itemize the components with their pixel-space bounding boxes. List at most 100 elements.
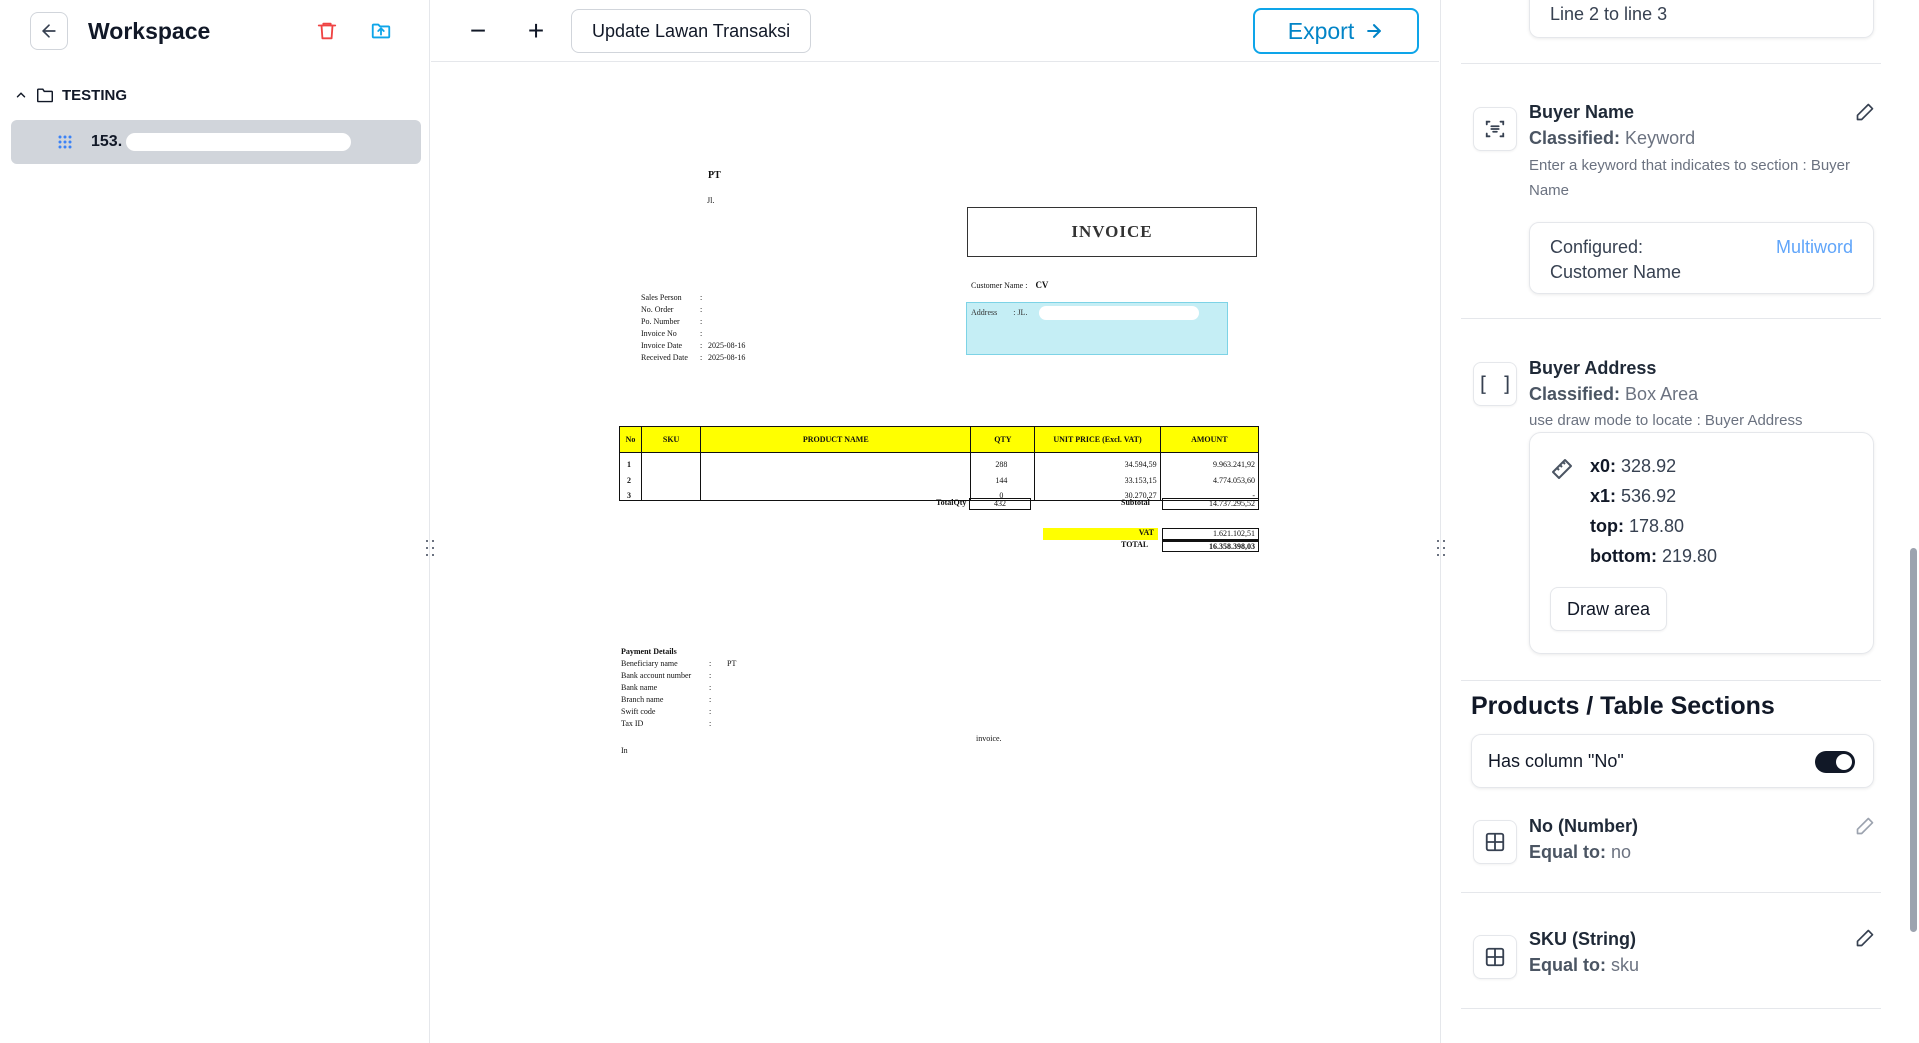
products-section-title: Products / Table Sections xyxy=(1471,692,1775,720)
document-viewer: − + Update Lawan Transaksi Export PT Jl.… xyxy=(431,0,1439,1043)
ruler-icon xyxy=(1552,459,1572,479)
sidebar-header: Workspace xyxy=(30,12,420,52)
column-sku-equal: Equal to: sku xyxy=(1529,955,1640,975)
edit-column-sku-button[interactable] xyxy=(1853,926,1877,950)
coordinate-values: x0: 328.92 x1: 536.92 top: 178.80 bottom… xyxy=(1590,456,1718,566)
configured-value: Customer Name xyxy=(1550,262,1682,282)
divider xyxy=(1461,63,1881,64)
pencil-icon xyxy=(1856,103,1874,121)
buyer-address-description: use draw mode to locate : Buyer Address xyxy=(1529,412,1803,429)
file-sidebar: Workspace TESTING 153. xyxy=(0,0,430,1043)
table-row: 2 144 33.153,15 4.774.053,60 xyxy=(618,468,1260,485)
meta-row: Invoice No: xyxy=(641,329,703,338)
upload-folder-button[interactable] xyxy=(366,16,396,46)
buyer-name-description: Enter a keyword that indicates to sectio… xyxy=(1529,157,1850,199)
zoom-out-button[interactable]: − xyxy=(461,14,495,48)
note-right: invoice. xyxy=(976,734,1002,743)
subtotal-label: Subtotal xyxy=(1121,498,1150,507)
divider xyxy=(1461,1008,1881,1009)
coordinates-card: x0: 328.92 x1: 536.92 top: 178.80 bottom… xyxy=(1529,432,1874,654)
customer-name-line: Customer Name : CV xyxy=(971,280,1049,290)
has-column-no-label: Has column "No" xyxy=(1488,751,1624,771)
meta-row: Invoice Date:2025-08-16 xyxy=(641,341,746,350)
payment-heading: Payment Details xyxy=(621,647,677,656)
buyer-name-title: Buyer Name xyxy=(1529,102,1635,122)
column-sku-title: SKU (String) xyxy=(1529,929,1636,949)
keyword-icon xyxy=(1473,107,1517,151)
file-item-selected[interactable]: 153. xyxy=(11,120,421,164)
total-label: TOTAL xyxy=(1121,540,1149,549)
divider xyxy=(1461,680,1881,681)
field-config-panel: Line 2 to line 3 Buyer Name Classified: … xyxy=(1440,0,1919,1043)
back-button[interactable] xyxy=(30,12,68,50)
zoom-in-button[interactable]: + xyxy=(519,14,553,48)
company-address: Jl. xyxy=(707,196,715,205)
table-row: 1 288 34.594,59 9.963.241,92 xyxy=(618,452,1260,469)
meta-row: No. Order: xyxy=(641,305,703,314)
pencil-icon xyxy=(1856,817,1874,835)
payment-row: Branch name: xyxy=(621,695,712,704)
address-label: Address xyxy=(971,307,998,317)
th-unit-price: UNIT PRICE (Excl. VAT) xyxy=(1034,426,1161,453)
bottom-value: 219.80 xyxy=(1662,546,1718,566)
arrow-right-icon xyxy=(1367,24,1382,38)
update-lawan-transaksi-button[interactable]: Update Lawan Transaksi xyxy=(571,9,812,53)
buyer-name-config-card: Configured: Customer Name Multiword xyxy=(1529,222,1874,294)
x1-value: 536.92 xyxy=(1621,486,1677,506)
buyer-address-highlight[interactable]: Address : JL. xyxy=(966,302,1228,355)
buyer-name-classified: Classified: Keyword xyxy=(1529,128,1696,148)
invoice-heading: INVOICE xyxy=(967,207,1257,257)
column-no-equal: Equal to: no xyxy=(1529,842,1632,862)
table-icon xyxy=(1473,820,1517,864)
edit-column-no-button[interactable] xyxy=(1853,814,1877,838)
totalqty-value: 432 xyxy=(969,498,1031,510)
payment-details: Payment Details Beneficiary name: PT Bank… xyxy=(621,646,736,730)
total-value: 16.358.398,03 xyxy=(1162,540,1259,552)
draw-area-button[interactable]: Draw area xyxy=(1550,587,1668,631)
note-line-2: In xyxy=(621,746,628,755)
divider xyxy=(1461,318,1881,319)
vat-value: 1.621.102,51 xyxy=(1162,528,1259,540)
payment-row: Bank account number: xyxy=(621,671,712,680)
box-area-icon: [ ] xyxy=(1473,362,1517,406)
th-no: No xyxy=(618,426,643,453)
right-panel-scrollbar[interactable] xyxy=(1910,548,1917,932)
payment-row: Beneficiary name: PT xyxy=(621,659,737,668)
delete-button[interactable] xyxy=(312,16,342,46)
export-label: Export xyxy=(1287,17,1355,44)
has-column-no-card: Has column "No" xyxy=(1471,734,1874,788)
th-sku: SKU xyxy=(641,426,702,453)
payment-row: Swift code: xyxy=(621,707,712,716)
divider xyxy=(1461,892,1881,893)
edit-buyer-name-button[interactable] xyxy=(1853,100,1877,124)
x0-value: 328.92 xyxy=(1621,456,1677,476)
has-column-no-toggle[interactable] xyxy=(1815,751,1855,773)
meta-row: Received Date:2025-08-16 xyxy=(641,353,746,362)
meta-row: Sales Person: xyxy=(641,293,703,302)
trash-icon xyxy=(317,22,337,40)
invoice-meta: Sales Person: No. Order: Po. Number: Inv… xyxy=(641,292,745,364)
buyer-address-title: Buyer Address xyxy=(1529,358,1657,378)
vat-label: VAT xyxy=(1043,528,1158,540)
column-no-title: No (Number) xyxy=(1529,816,1638,836)
invoice-document: PT Jl. INVOICE Sales Person: No. Order: … xyxy=(431,62,1439,1043)
top-value: 178.80 xyxy=(1629,516,1685,536)
redacted-address xyxy=(1039,306,1200,320)
folder-label: TESTING xyxy=(62,86,128,104)
folder-upload-icon xyxy=(371,23,391,39)
pencil-icon xyxy=(1856,929,1874,947)
line-range-card: Line 2 to line 3 xyxy=(1529,0,1874,38)
drag-handle-icon[interactable] xyxy=(57,134,73,150)
payment-row: Tax ID: xyxy=(621,719,712,728)
th-qty: QTY xyxy=(970,426,1036,453)
th-amount: AMOUNT xyxy=(1159,426,1260,453)
payment-row: Bank name: xyxy=(621,683,712,692)
multiword-tag[interactable]: Multiword xyxy=(1776,235,1853,260)
chevron-up-icon xyxy=(16,92,26,98)
subtotal-value: 14.737.295,52 xyxy=(1162,498,1259,510)
file-name: 153. xyxy=(91,133,123,150)
sidebar-title: Workspace xyxy=(88,18,211,44)
company-name: PT xyxy=(708,170,721,181)
folder-testing[interactable]: TESTING xyxy=(14,84,127,106)
export-button[interactable]: Export xyxy=(1253,8,1419,54)
